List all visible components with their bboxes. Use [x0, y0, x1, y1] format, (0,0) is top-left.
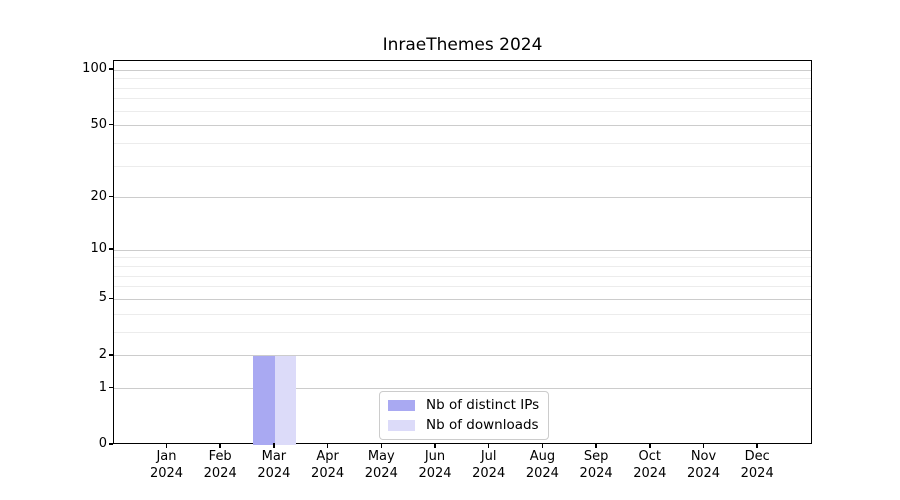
x-tick-month: Dec: [744, 449, 770, 464]
bar-mar-series0: [253, 355, 275, 445]
x-tick-label-dec: Dec 2024: [712, 448, 802, 482]
gridline-20: [114, 197, 811, 199]
x-tick-mark-sep: [595, 443, 597, 448]
x-tick-mark-apr: [326, 443, 329, 448]
bar-mar-series1: [274, 355, 297, 445]
gridline-50: [114, 125, 811, 127]
gridline-3: [114, 331, 811, 333]
y-tick-label-20: 20: [90, 188, 107, 204]
gridline-90: [114, 78, 811, 80]
y-tick-label-1: 1: [98, 379, 107, 395]
x-tick-mark-may: [380, 443, 383, 448]
y-tick-mark-20: [108, 195, 113, 198]
x-tick-mark-feb: [219, 443, 221, 448]
legend-item-downloads: Nb of downloads: [388, 417, 539, 434]
y-tick-mark-2: [108, 354, 113, 356]
legend-swatch-downloads: [388, 420, 415, 431]
y-tick-mark-100: [108, 68, 113, 70]
y-tick-label-5: 5: [98, 290, 107, 306]
gridline-100: [114, 69, 811, 71]
gridline-40: [114, 142, 811, 144]
gridline-10: [114, 249, 811, 251]
x-tick-mark-oct: [649, 443, 651, 448]
gridline-30: [114, 165, 811, 167]
legend-swatch-distinct-ips: [388, 400, 415, 411]
y-tick-mark-5: [108, 297, 113, 300]
x-tick-mark-jun: [434, 443, 436, 448]
gridline-7: [114, 275, 811, 277]
gridline-8: [114, 266, 811, 268]
y-tick-mark-1: [108, 386, 113, 389]
gridline-6: [114, 286, 811, 288]
y-tick-mark-10: [108, 248, 113, 250]
y-tick-label-2: 2: [98, 346, 107, 362]
gridline-4: [114, 313, 811, 315]
chart-title: InraeThemes 2024: [382, 35, 543, 55]
x-tick-mark-nov: [702, 443, 705, 448]
legend-label-distinct-ips: Nb of distinct IPs: [426, 397, 540, 413]
gridline-5: [114, 298, 811, 300]
gridline-60: [114, 110, 811, 112]
legend: Nb of distinct IPs Nb of downloads: [379, 391, 550, 440]
plot-area: Nb of distinct IPs Nb of downloads: [113, 60, 812, 445]
y-tick-label-0: 0: [98, 436, 107, 451]
x-tick-mark-jan: [165, 443, 168, 448]
legend-item-distinct-ips: Nb of distinct IPs: [388, 397, 539, 414]
x-tick-mark-dec: [756, 443, 758, 448]
y-tick-mark-50: [108, 123, 113, 126]
y-tick-label-50: 50: [90, 116, 107, 132]
y-tick-label-100: 100: [82, 61, 107, 77]
gridline-80: [114, 87, 811, 89]
gridline-1: [114, 388, 811, 390]
legend-label-downloads: Nb of downloads: [426, 417, 539, 433]
gridline-9: [114, 257, 811, 259]
y-tick-mark-0: [108, 443, 113, 445]
x-tick-mark-mar: [273, 443, 275, 448]
gridline-70: [114, 98, 811, 100]
gridline-2: [114, 355, 811, 357]
x-tick-mark-jul: [487, 443, 490, 448]
x-tick-year: 2024: [740, 466, 774, 481]
x-tick-mark-aug: [541, 443, 544, 448]
chart-figure: InraeThemes 2024 Nb of distinct IPs Nb o…: [0, 0, 900, 500]
y-tick-label-10: 10: [90, 241, 107, 257]
